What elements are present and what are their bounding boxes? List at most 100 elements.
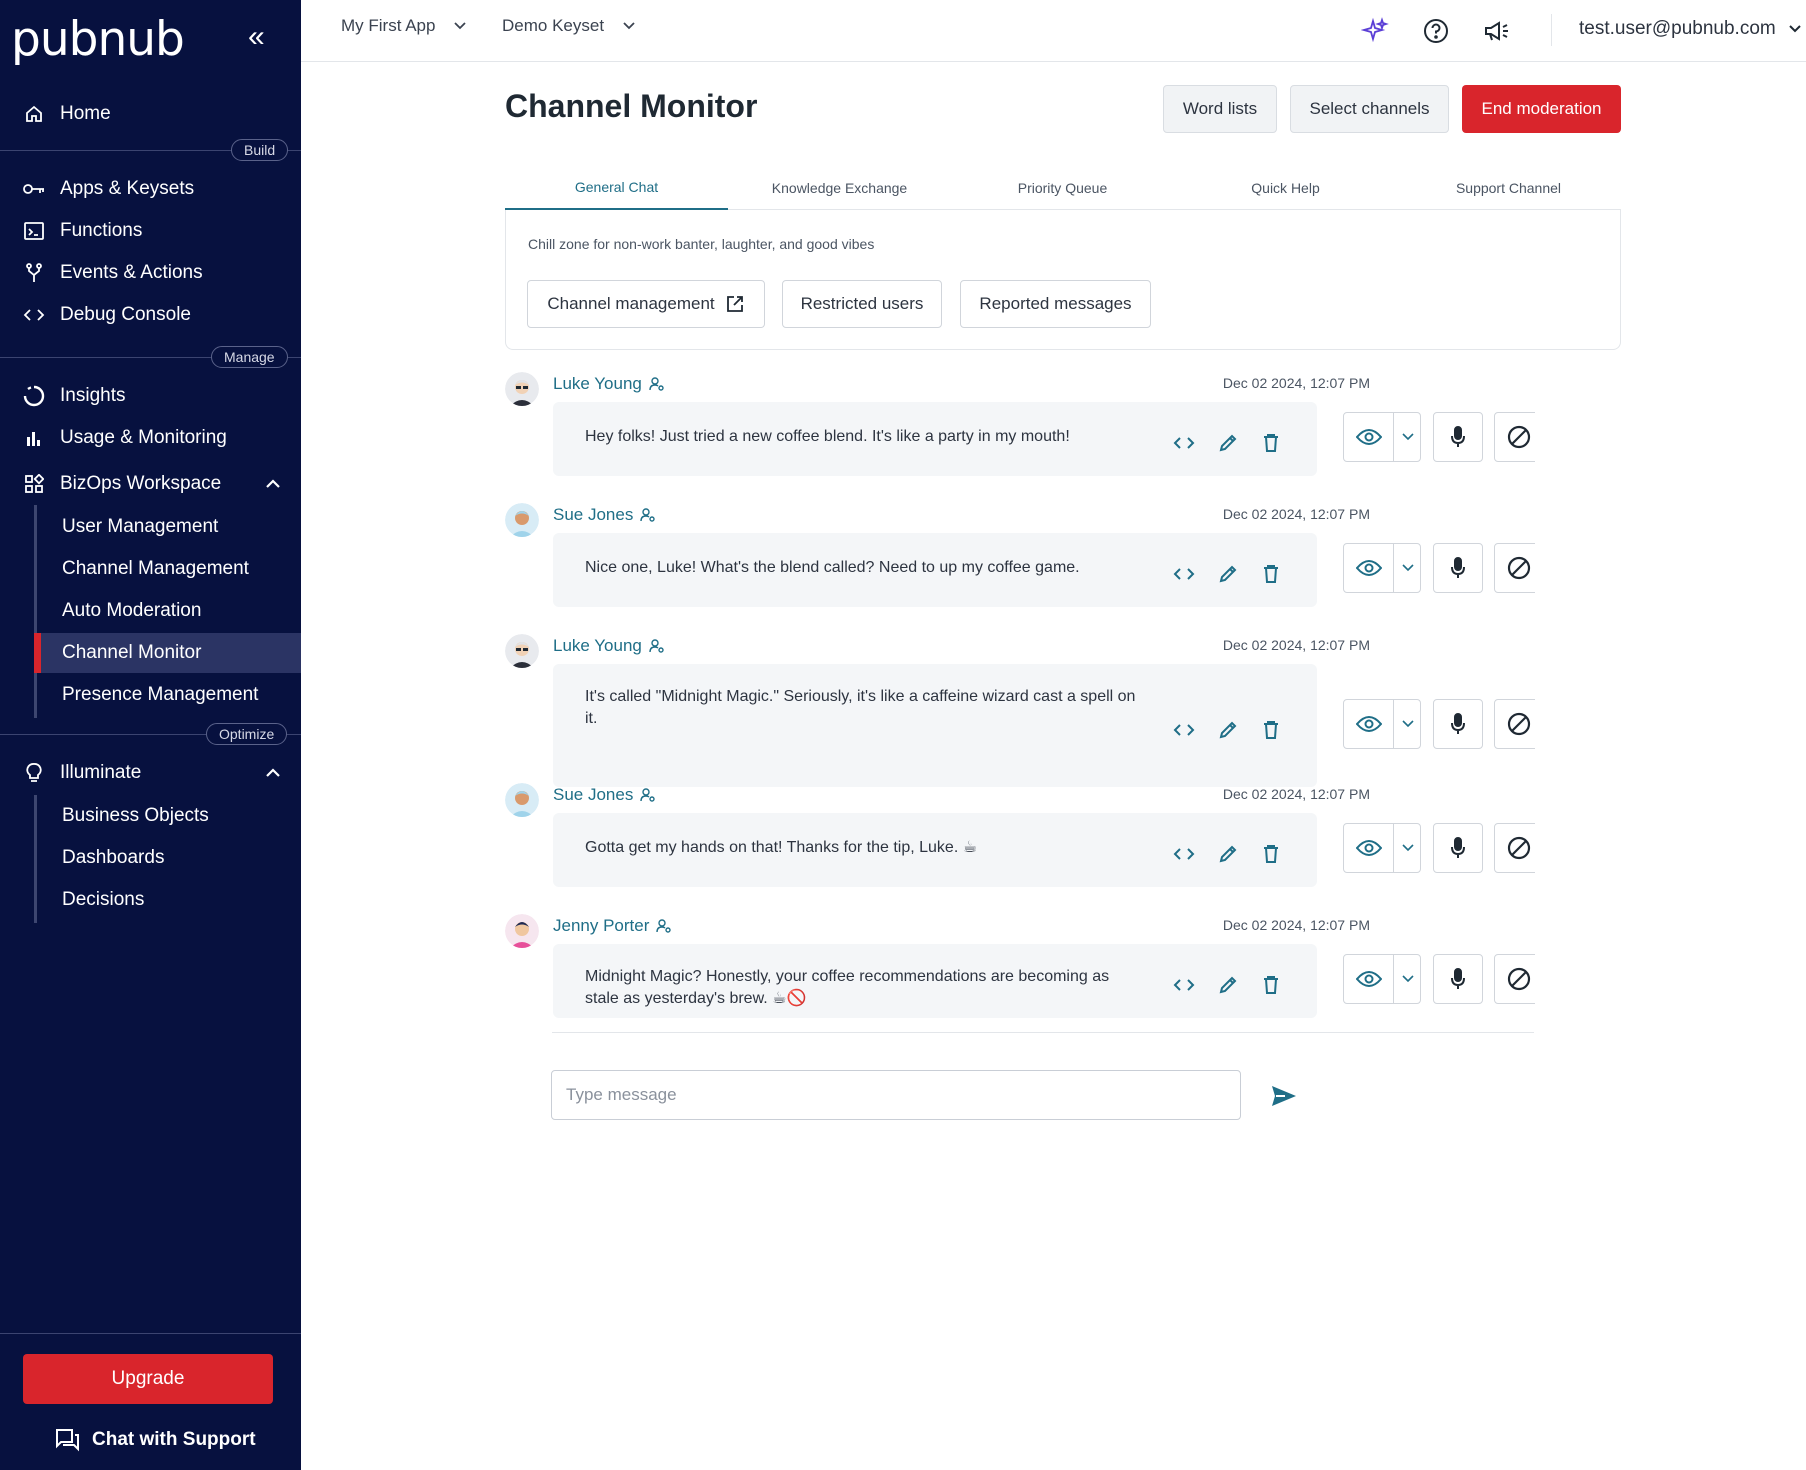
sidebar-item-bizops-workspace[interactable]: BizOps Workspace	[0, 464, 301, 504]
sidebar-item-dashboards[interactable]: Dashboards	[34, 838, 301, 878]
channel-management-button[interactable]: Channel management	[527, 280, 765, 328]
user-settings-icon	[640, 508, 656, 522]
message-author[interactable]: Sue Jones	[553, 785, 656, 805]
tab-support-channel[interactable]: Support Channel	[1397, 165, 1620, 210]
channel-description: Chill zone for non-work banter, laughter…	[528, 236, 875, 252]
sidebar-item-usage-monitoring[interactable]: Usage & Monitoring	[0, 418, 301, 458]
chat-with-support-button[interactable]: Chat with Support	[54, 1425, 256, 1455]
end-moderation-button[interactable]: End moderation	[1462, 85, 1621, 133]
code-icon[interactable]	[1171, 717, 1197, 743]
message-author[interactable]: Sue Jones	[553, 505, 656, 525]
chevron-down-icon[interactable]	[1394, 413, 1421, 461]
tab-knowledge-exchange[interactable]: Knowledge Exchange	[728, 165, 951, 210]
app-selector[interactable]: My First App	[341, 16, 467, 36]
keyset-selector[interactable]: Demo Keyset	[502, 16, 636, 36]
microphone-icon[interactable]	[1433, 823, 1483, 873]
tab-general-chat[interactable]: General Chat	[505, 165, 728, 210]
edit-icon[interactable]	[1215, 972, 1241, 998]
ban-icon[interactable]	[1494, 954, 1535, 1004]
code-icon[interactable]	[1171, 841, 1197, 867]
user-settings-icon	[640, 788, 656, 802]
sparkles-icon[interactable]	[1360, 16, 1390, 46]
sidebar-item-auto-moderation[interactable]: Auto Moderation	[34, 591, 301, 631]
sidebar-item-presence-management[interactable]: Presence Management	[34, 675, 301, 715]
sidebar-item-events-actions[interactable]: Events & Actions	[0, 253, 301, 293]
edit-icon[interactable]	[1215, 841, 1241, 867]
code-icon[interactable]	[1171, 972, 1197, 998]
user-menu[interactable]: test.user@pubnub.com	[1579, 18, 1802, 40]
eye-icon[interactable]	[1344, 413, 1394, 461]
sidebar-item-label: Debug Console	[60, 304, 191, 325]
microphone-icon[interactable]	[1433, 543, 1483, 593]
help-icon[interactable]	[1421, 16, 1451, 46]
reported-messages-button[interactable]: Reported messages	[960, 280, 1151, 328]
message-timestamp: Dec 02 2024, 12:07 PM	[1222, 786, 1370, 802]
chevron-down-icon[interactable]	[1394, 824, 1421, 872]
sidebar-item-debug-console[interactable]: Debug Console	[0, 295, 301, 335]
edit-icon[interactable]	[1215, 717, 1241, 743]
list-divider	[552, 1032, 1534, 1033]
sidebar-item-label: Insights	[60, 385, 126, 406]
ban-icon[interactable]	[1494, 698, 1535, 749]
pubnub-logo[interactable]: pubnub	[11, 12, 185, 67]
tab-priority-queue[interactable]: Priority Queue	[951, 165, 1174, 210]
microphone-icon[interactable]	[1433, 698, 1483, 749]
eye-icon[interactable]	[1344, 699, 1394, 748]
delete-icon[interactable]	[1258, 841, 1284, 867]
sidebar-item-channel-monitor[interactable]: Channel Monitor	[34, 633, 301, 673]
edit-icon[interactable]	[1215, 430, 1241, 456]
microphone-icon[interactable]	[1433, 954, 1483, 1004]
sidebar-item-apps-keysets[interactable]: Apps & Keysets	[0, 169, 301, 209]
sidebar-item-home[interactable]: Home	[0, 94, 301, 134]
delete-icon[interactable]	[1258, 972, 1284, 998]
sidebar-item-channel-management[interactable]: Channel Management	[34, 549, 301, 589]
chat-with-support-label: Chat with Support	[92, 1429, 256, 1450]
sidebar-item-insights[interactable]: Insights	[0, 376, 301, 416]
message-author-name: Luke Young	[553, 374, 642, 393]
sidebar-item-decisions[interactable]: Decisions	[34, 880, 301, 920]
restricted-users-button[interactable]: Restricted users	[782, 280, 942, 328]
sidebar-item-user-management[interactable]: User Management	[34, 507, 301, 547]
sidebar-item-illuminate[interactable]: Illuminate	[0, 753, 301, 793]
message-author[interactable]: Luke Young	[553, 636, 665, 656]
sidebar-item-label: Home	[60, 103, 111, 124]
select-channels-button[interactable]: Select channels	[1290, 85, 1449, 133]
delete-icon[interactable]	[1258, 561, 1284, 587]
visibility-control	[1343, 698, 1421, 749]
word-lists-button[interactable]: Word lists	[1163, 85, 1277, 133]
ban-icon[interactable]	[1494, 543, 1535, 593]
eye-icon[interactable]	[1344, 544, 1394, 592]
sidebar-item-business-objects[interactable]: Business Objects	[34, 796, 301, 836]
upgrade-button[interactable]: Upgrade	[23, 1354, 273, 1404]
code-icon[interactable]	[1171, 561, 1197, 587]
message-author[interactable]: Jenny Porter	[553, 916, 672, 936]
collapse-sidebar-icon[interactable]: «	[248, 20, 265, 54]
chevron-down-icon	[623, 22, 635, 30]
chevron-up-icon[interactable]	[262, 762, 284, 784]
chevron-up-icon[interactable]	[262, 473, 284, 495]
edit-icon[interactable]	[1215, 561, 1241, 587]
message-author[interactable]: Luke Young	[553, 374, 665, 394]
sidebar-item-functions[interactable]: Functions	[0, 211, 301, 251]
delete-icon[interactable]	[1258, 430, 1284, 456]
delete-icon[interactable]	[1258, 717, 1284, 743]
chevron-down-icon[interactable]	[1394, 700, 1421, 748]
chevron-down-icon[interactable]	[1394, 544, 1421, 592]
message-list: Luke Young Dec 02 2024, 12:07 PM Hey folks…	[505, 360, 1535, 1020]
message-item: Jenny Porter Dec 02 2024, 12:07 PM Midnigh…	[505, 902, 1535, 1020]
eye-icon[interactable]	[1344, 955, 1394, 1003]
message-text: Gotta get my hands on that! Thanks for t…	[585, 839, 978, 856]
message-input[interactable]	[551, 1070, 1241, 1120]
code-icon[interactable]	[1171, 430, 1197, 456]
microphone-icon[interactable]	[1433, 412, 1483, 462]
send-icon[interactable]	[1268, 1080, 1300, 1112]
announcement-icon[interactable]	[1482, 16, 1512, 46]
chevron-down-icon[interactable]	[1394, 955, 1421, 1003]
sidebar-item-label: Usage & Monitoring	[60, 427, 227, 448]
ban-icon[interactable]	[1494, 823, 1535, 873]
tab-quick-help[interactable]: Quick Help	[1174, 165, 1397, 210]
sidebar-item-label: Events & Actions	[60, 262, 203, 283]
sidebar-item-label: Channel Monitor	[62, 642, 202, 663]
ban-icon[interactable]	[1494, 412, 1535, 462]
eye-icon[interactable]	[1344, 824, 1394, 872]
